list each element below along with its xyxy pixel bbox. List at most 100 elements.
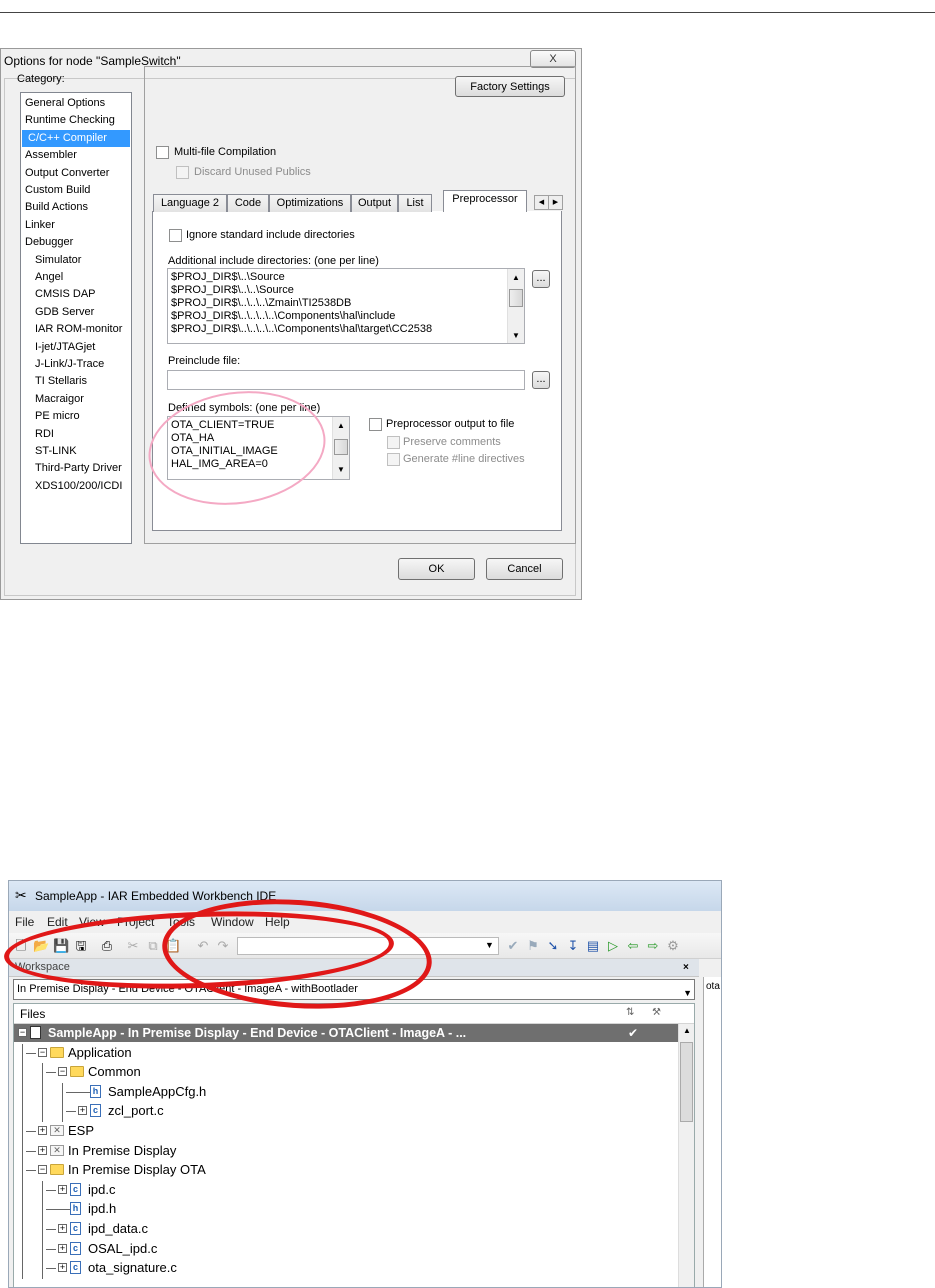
category-item[interactable]: Custom Build	[25, 182, 90, 199]
back-icon[interactable]: ⇦	[625, 938, 641, 954]
check-icon[interactable]: ✔	[505, 938, 521, 954]
category-list[interactable]: General Options Runtime Checking C/C++ Com…	[20, 92, 132, 544]
category-item[interactable]: Third-Party Driver	[35, 460, 122, 477]
scroll-down-icon[interactable]: ▼	[512, 331, 520, 340]
tree-item[interactable]: + ✕ ESP	[14, 1122, 694, 1142]
category-item[interactable]: General Options	[25, 95, 105, 112]
category-item[interactable]: PE micro	[35, 408, 80, 425]
tree-item-label: Common	[88, 1064, 141, 1080]
discard-checkbox[interactable]	[176, 166, 189, 179]
tree-item[interactable]: + c ipd_data.c	[14, 1220, 694, 1240]
include-dirs-textarea[interactable]: $PROJ_DIR$\..\Source $PROJ_DIR$\..\..\So…	[167, 268, 525, 344]
tree-item[interactable]: h SampleAppCfg.h	[14, 1082, 694, 1103]
preinclude-browse-button[interactable]: ...	[532, 371, 550, 389]
expand-icon[interactable]: +	[58, 1184, 67, 1194]
category-item[interactable]: Runtime Checking	[25, 112, 115, 129]
category-item[interactable]: Assembler	[25, 147, 77, 164]
next-bookmark-icon[interactable]: ↧	[565, 938, 581, 954]
tree-item[interactable]: h ipd.h	[14, 1200, 694, 1221]
scroll-thumb[interactable]	[509, 289, 523, 307]
expand-icon[interactable]: +	[78, 1106, 87, 1116]
files-tree-panel: Files ⇅ ⚒ − ✔ SampleApp - In Premise Displ…	[13, 1003, 695, 1287]
chevron-down-icon[interactable]: ▼	[683, 984, 692, 1003]
tab-output[interactable]: Output	[351, 194, 398, 212]
tree-item[interactable]: + c OSAL_ipd.c	[14, 1239, 694, 1260]
expand-icon[interactable]: +	[38, 1126, 47, 1135]
tab-list[interactable]: List	[398, 194, 432, 212]
category-item[interactable]: J-Link/J-Trace	[35, 356, 104, 373]
category-item[interactable]: TI Stellaris	[35, 373, 87, 390]
folder-icon	[50, 1164, 64, 1176]
preproc-output-checkbox[interactable]	[369, 418, 382, 431]
category-item[interactable]: C/C++ Compiler	[22, 129, 130, 147]
cancel-button[interactable]: Cancel	[486, 558, 563, 580]
find-dropdown-icon[interactable]: ▼	[485, 940, 494, 950]
category-item[interactable]: Linker	[25, 217, 55, 234]
tab-scroll-right-icon[interactable]: ▶	[548, 195, 563, 210]
scroll-thumb[interactable]	[680, 1042, 693, 1122]
tab-code[interactable]: Code	[227, 194, 269, 212]
tree-item[interactable]: + c zcl_port.c	[14, 1102, 694, 1123]
ok-button[interactable]: OK	[398, 558, 475, 580]
generate-line-checkbox[interactable]	[387, 453, 400, 466]
category-item[interactable]: Output Converter	[25, 165, 109, 182]
multifile-checkbox[interactable]	[156, 146, 169, 159]
defined-symbols-scrollbar[interactable]: ▲ ▼	[332, 417, 349, 479]
category-item[interactable]: Debugger	[25, 234, 73, 251]
expand-icon[interactable]: +	[58, 1263, 67, 1273]
preinclude-input[interactable]	[167, 370, 525, 390]
ignore-std-checkbox[interactable]	[169, 229, 182, 242]
scroll-up-icon[interactable]: ▲	[337, 421, 345, 430]
tree-guide	[42, 1180, 43, 1201]
compile-icon[interactable]: ⚙	[665, 938, 681, 954]
tree-item[interactable]: − Common	[14, 1063, 694, 1084]
tab-scroll-left-icon[interactable]: ◀	[534, 195, 549, 210]
tree-item[interactable]: − In Premise Display OTA	[14, 1161, 694, 1182]
collapse-icon[interactable]: −	[18, 1028, 27, 1037]
include-dirs-browse-button[interactable]: ...	[532, 270, 550, 288]
scroll-up-icon[interactable]: ▲	[512, 273, 520, 282]
files-scrollbar[interactable]: ▲	[678, 1024, 694, 1287]
tree-item[interactable]: + c ipd.c	[14, 1180, 694, 1201]
category-item[interactable]: Simulator	[35, 252, 81, 269]
tab-optimizations[interactable]: Optimizations	[269, 194, 351, 212]
go-icon[interactable]: ▷	[605, 938, 621, 954]
collapse-icon[interactable]: −	[58, 1067, 67, 1077]
category-item[interactable]: IAR ROM-monitor	[35, 321, 122, 338]
expand-icon[interactable]: +	[38, 1145, 47, 1155]
scroll-thumb[interactable]	[334, 439, 348, 455]
toggle-bookmark-icon[interactable]: ⚑	[525, 938, 541, 954]
scroll-down-icon[interactable]: ▼	[337, 465, 345, 474]
tree-item[interactable]: − ✔ SampleApp - In Premise Display - End D…	[14, 1024, 694, 1042]
category-item[interactable]: Build Actions	[25, 199, 88, 216]
category-item[interactable]: ST-LINK	[35, 443, 77, 460]
editor-tab[interactable]: ota	[706, 981, 720, 992]
tree-item[interactable]: + c ota_signature.c	[14, 1259, 694, 1280]
category-item[interactable]: GDB Server	[35, 304, 94, 321]
expand-icon[interactable]: +	[58, 1224, 67, 1233]
forward-icon[interactable]: ⇨	[645, 938, 661, 954]
collapse-icon[interactable]: −	[38, 1047, 47, 1057]
go-bookmark-icon[interactable]: ➘	[545, 938, 561, 954]
category-item[interactable]: Angel	[35, 269, 63, 286]
tab-language2[interactable]: Language 2	[153, 194, 227, 212]
workspace-close-icon[interactable]: ×	[683, 962, 689, 973]
category-item[interactable]: CMSIS DAP	[35, 286, 96, 303]
menu-file[interactable]: File	[15, 915, 34, 929]
collapse-icon[interactable]: −	[38, 1165, 47, 1175]
scroll-up-icon[interactable]: ▲	[683, 1026, 691, 1035]
include-dirs-scrollbar[interactable]: ▲ ▼	[507, 269, 524, 343]
category-item[interactable]: XDS100/200/ICDI	[35, 478, 122, 495]
expand-icon[interactable]: +	[58, 1243, 67, 1253]
category-item[interactable]: Macraigor	[35, 391, 84, 408]
tab-preprocessor[interactable]: Preprocessor	[443, 190, 527, 212]
tree-item[interactable]: − Application	[14, 1043, 694, 1064]
files-column-label: Files	[20, 1007, 46, 1021]
category-item[interactable]: RDI	[35, 426, 54, 443]
preserve-comments-checkbox[interactable]	[387, 436, 400, 449]
browse-icon[interactable]: ▤	[585, 938, 601, 954]
h-file-icon: h	[90, 1084, 101, 1098]
factory-settings-button[interactable]: Factory Settings	[455, 76, 565, 97]
tree-item[interactable]: + ✕ In Premise Display	[14, 1141, 694, 1162]
category-item[interactable]: I-jet/JTAGjet	[35, 339, 95, 356]
